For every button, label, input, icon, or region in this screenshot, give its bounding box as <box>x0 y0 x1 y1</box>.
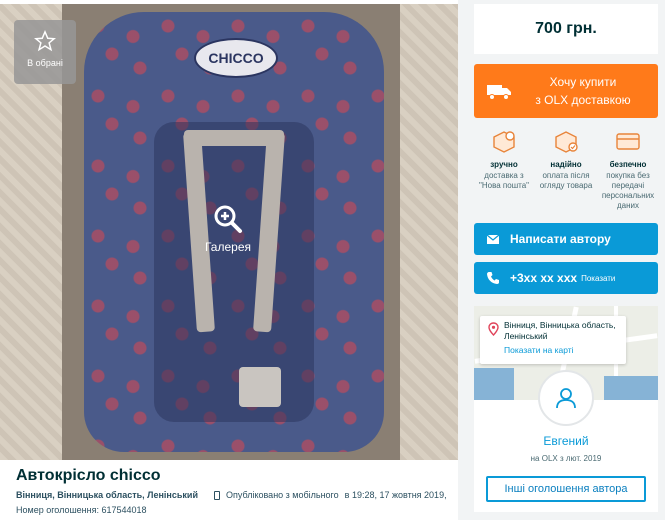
map-location-card: Вінниця, Вінницька область, Ленінський П… <box>480 316 626 364</box>
truck-icon <box>487 85 511 100</box>
delivery-benefits: зручно доставка з "Нова пошта" надійно о… <box>474 124 658 220</box>
listing-panel: CHICCO Галерея В обрані Автокрісло chicc… <box>0 0 458 520</box>
price-box: 700 грн. <box>474 4 658 54</box>
show-map-link[interactable]: Показати на карті <box>504 345 622 356</box>
price-value: 700 грн. <box>535 20 597 37</box>
gallery-label: Галерея <box>204 240 252 254</box>
gallery-button[interactable]: Галерея <box>188 204 268 264</box>
other-ads-button[interactable]: Інші оголошення автора <box>486 476 646 502</box>
benefit-text: покупка без передачі персональних даних <box>601 171 655 210</box>
benefit-safe: безпечно покупка без передачі персональн… <box>598 124 658 220</box>
brand-logo: CHICCO <box>194 38 278 78</box>
phone-icon <box>487 272 499 284</box>
olx-delivery-line2: з OLX доставкою <box>535 93 631 107</box>
seat-inner <box>154 122 314 422</box>
user-avatar-icon[interactable] <box>538 370 594 426</box>
sidebar: 700 грн. Хочу купити з OLX доставкою зру… <box>474 0 665 520</box>
map-address: Вінниця, Вінницька область, Ленінський <box>504 320 616 341</box>
seat-buckle <box>239 367 281 407</box>
box-pin-icon <box>493 131 515 153</box>
listing-location[interactable]: Вінниця, Вінницька область, Ленінський <box>16 490 198 500</box>
phone-number: +3xx xx xxx <box>510 271 578 285</box>
top-strap <box>184 130 284 146</box>
message-author-button[interactable]: Написати автору <box>474 223 658 255</box>
star-outline-icon <box>34 30 56 52</box>
listing-meta: Вінниця, Вінницька область, Ленінський О… <box>16 490 447 500</box>
show-phone-link[interactable]: Показати <box>581 274 615 283</box>
olx-delivery-line1: Хочу купити <box>549 75 617 89</box>
seller-since: на OLX з лют. 2019 <box>530 454 602 463</box>
benefit-title: безпечно <box>609 160 647 169</box>
seller-name[interactable]: Евгений <box>474 434 658 448</box>
map-water <box>604 376 658 400</box>
benefit-text: оплата після огляду товара <box>539 171 593 190</box>
benefit-title: зручно <box>490 160 518 169</box>
pin-icon <box>488 322 499 336</box>
map-water <box>474 368 514 400</box>
benefit-title: надійно <box>550 160 582 169</box>
mobile-icon <box>213 490 220 500</box>
photo-gallery[interactable]: CHICCO Галерея В обрані <box>0 4 458 460</box>
benefit-convenient: зручно доставка з "Нова пошта" <box>474 124 534 220</box>
olx-delivery-button[interactable]: Хочу купити з OLX доставкою <box>474 64 658 118</box>
card-icon <box>616 133 640 150</box>
seller-card: Евгений на OLX з лют. 2019 Інші оголошен… <box>474 370 658 512</box>
benefit-text: доставка з "Нова пошта" <box>479 171 529 190</box>
published-via: Опубліковано з мобільного <box>225 490 339 500</box>
user-silhouette-icon <box>556 388 576 409</box>
listing-title: Автокрісло chicco <box>16 467 161 484</box>
box-check-icon <box>555 131 578 153</box>
favorite-label: В обрані <box>27 58 63 68</box>
ad-number: Номер оголошення: 617544018 <box>16 505 147 515</box>
benefit-reliable: надійно оплата після огляду товара <box>536 124 596 220</box>
message-author-label: Написати автору <box>510 232 611 246</box>
zoom-in-icon <box>214 205 242 233</box>
envelope-icon <box>486 234 500 244</box>
phone-button[interactable]: +3xx xx xxx Показати <box>474 262 658 294</box>
published-date: в 19:28, 17 жовтня 2019, <box>344 490 447 500</box>
favorite-button[interactable]: В обрані <box>14 20 76 84</box>
